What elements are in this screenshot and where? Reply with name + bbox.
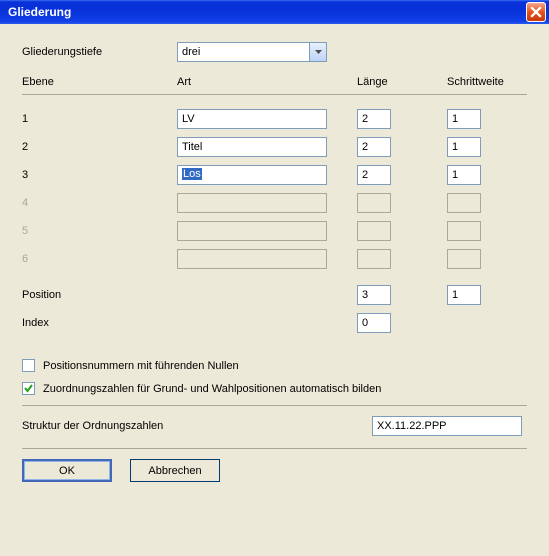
depth-label: Gliederungstiefe: [22, 46, 177, 58]
window-title: Gliederung: [8, 5, 71, 19]
level-length-input: [357, 249, 391, 269]
level-row: 3 Los: [22, 165, 527, 185]
level-row: 4: [22, 193, 527, 213]
titlebar: Gliederung: [0, 0, 549, 24]
level-art-input: [177, 221, 327, 241]
column-headers: Ebene Art Länge Schrittweite: [22, 76, 527, 88]
level-row: 5: [22, 221, 527, 241]
level-number: 3: [22, 169, 177, 181]
header-ebene: Ebene: [22, 76, 177, 88]
level-length-input[interactable]: [357, 137, 391, 157]
level-length-input: [357, 221, 391, 241]
separator-2: [22, 405, 527, 406]
auto-ordinals-checkbox[interactable]: [22, 382, 35, 395]
position-length-input[interactable]: [357, 285, 391, 305]
level-row: 6: [22, 249, 527, 269]
level-number: 6: [22, 253, 177, 265]
level-number: 5: [22, 225, 177, 237]
index-label: Index: [22, 317, 177, 329]
level-art-input[interactable]: [177, 137, 327, 157]
position-label: Position: [22, 289, 177, 301]
auto-ordinals-label: Zuordnungszahlen für Grund- und Wahlposi…: [43, 383, 381, 395]
level-step-input[interactable]: [447, 165, 481, 185]
index-value-input[interactable]: [357, 313, 391, 333]
cancel-button[interactable]: Abbrechen: [130, 459, 220, 482]
index-row: Index: [22, 313, 527, 333]
header-art: Art: [177, 76, 357, 88]
auto-ordinals-checkbox-row[interactable]: Zuordnungszahlen für Grund- und Wahlposi…: [22, 382, 527, 395]
level-row: 1: [22, 109, 527, 129]
leading-zeros-label: Positionsnummern mit führenden Nullen: [43, 360, 239, 372]
header-schrittweite: Schrittweite: [447, 76, 527, 88]
chevron-down-icon: [309, 43, 326, 61]
position-step-input[interactable]: [447, 285, 481, 305]
level-step-input: [447, 249, 481, 269]
separator-3: [22, 448, 527, 449]
level-step-input: [447, 221, 481, 241]
dialog-content: Gliederungstiefe drei Ebene Art Länge Sc…: [0, 24, 549, 494]
level-art-input: [177, 249, 327, 269]
position-row: Position: [22, 285, 527, 305]
level-step-input[interactable]: [447, 137, 481, 157]
level-art-input[interactable]: Los: [177, 165, 327, 185]
level-number: 1: [22, 113, 177, 125]
level-number: 4: [22, 197, 177, 209]
depth-select-value: drei: [178, 43, 309, 61]
level-length-input[interactable]: [357, 109, 391, 129]
level-number: 2: [22, 141, 177, 153]
structure-input[interactable]: [372, 416, 522, 436]
level-art-selected-text: Los: [182, 168, 202, 180]
header-laenge: Länge: [357, 76, 447, 88]
level-art-input[interactable]: [177, 109, 327, 129]
level-row: 2: [22, 137, 527, 157]
close-icon: [530, 6, 542, 18]
level-length-input[interactable]: [357, 165, 391, 185]
close-button[interactable]: [526, 2, 546, 22]
structure-row: Struktur der Ordnungszahlen: [22, 416, 527, 436]
depth-select[interactable]: drei: [177, 42, 327, 62]
level-length-input: [357, 193, 391, 213]
depth-row: Gliederungstiefe drei: [22, 42, 527, 62]
leading-zeros-checkbox[interactable]: [22, 359, 35, 372]
level-step-input: [447, 193, 481, 213]
leading-zeros-checkbox-row[interactable]: Positionsnummern mit führenden Nullen: [22, 359, 527, 372]
level-step-input[interactable]: [447, 109, 481, 129]
structure-label: Struktur der Ordnungszahlen: [22, 420, 372, 432]
separator: [22, 94, 527, 95]
level-art-input: [177, 193, 327, 213]
button-row: OK Abbrechen: [22, 459, 527, 482]
ok-button[interactable]: OK: [22, 459, 112, 482]
